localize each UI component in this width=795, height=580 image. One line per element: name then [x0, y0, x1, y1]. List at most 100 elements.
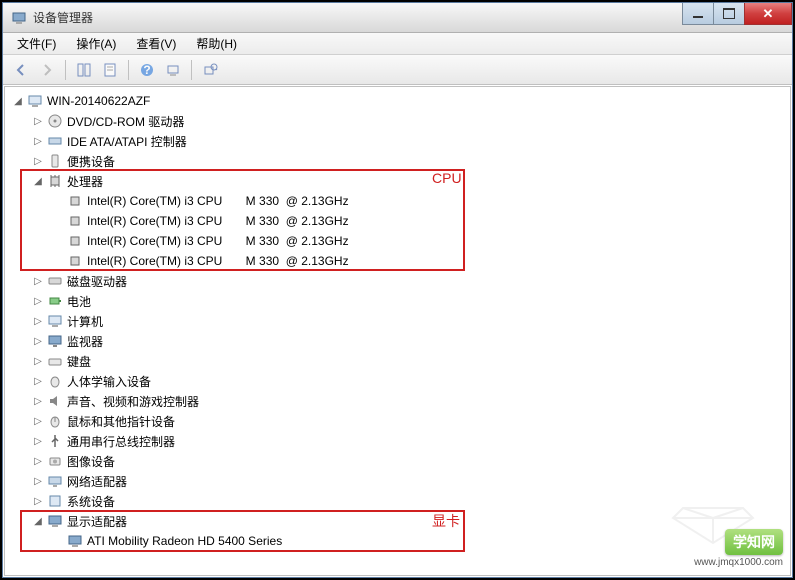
watermark-badge: 学知网 — [725, 529, 783, 555]
back-button[interactable] — [9, 58, 33, 82]
display-adapter-icon — [47, 513, 63, 529]
tree-node-cpu-item[interactable]: ▷ Intel(R) Core(TM) i3 CPU M 330 @ 2.13G… — [5, 211, 790, 231]
expander-icon[interactable]: ▷ — [31, 414, 45, 428]
expander-icon[interactable]: ▷ — [31, 454, 45, 468]
tree-node-hid[interactable]: ▷ 人体学输入设备 — [5, 371, 790, 391]
expander-icon[interactable]: ▷ — [31, 394, 45, 408]
tree-node-sound[interactable]: ▷ 声音、视频和游戏控制器 — [5, 391, 790, 411]
expander-icon[interactable]: ▷ — [31, 314, 45, 328]
tree-node-label: 便携设备 — [67, 153, 115, 170]
expander-icon[interactable]: ▷ — [31, 114, 45, 128]
tree-node-cpu-item[interactable]: ▷ Intel(R) Core(TM) i3 CPU M 330 @ 2.13G… — [5, 251, 790, 271]
tree-node-label: 鼠标和其他指针设备 — [67, 413, 175, 430]
tree-node-label: Intel(R) Core(TM) i3 CPU M 330 @ 2.13GHz — [87, 194, 349, 208]
properties-button[interactable] — [98, 58, 122, 82]
tree-node-label: 图像设备 — [67, 453, 115, 470]
dvd-drive-icon — [47, 113, 63, 129]
tree-node-label: DVD/CD-ROM 驱动器 — [67, 113, 184, 130]
mouse-icon — [47, 413, 63, 429]
tree-node-mouse[interactable]: ▷ 鼠标和其他指针设备 — [5, 411, 790, 431]
toolbar-separator — [191, 60, 192, 80]
scan-hardware-button[interactable] — [198, 58, 222, 82]
menu-file[interactable]: 文件(F) — [7, 33, 66, 54]
tree-node-label: 电池 — [67, 293, 91, 310]
tree-node-label: 显示适配器 — [67, 513, 127, 530]
tree-node-portable[interactable]: ▷ 便携设备 — [5, 151, 790, 171]
expander-icon[interactable]: ◢ — [31, 174, 45, 188]
tree-node-cpu-item[interactable]: ▷ Intel(R) Core(TM) i3 CPU M 330 @ 2.13G… — [5, 231, 790, 251]
gpu-highlight-label: 显卡 — [432, 511, 460, 531]
tree-node-label: 键盘 — [67, 353, 91, 370]
menu-view[interactable]: 查看(V) — [126, 33, 186, 54]
tree-node-cpu[interactable]: ◢ 处理器 — [5, 171, 790, 191]
system-device-icon — [47, 493, 63, 509]
device-tree: ◢ WIN-20140622AZF ▷ DVD/CD-ROM 驱动器 ▷ IDE… — [5, 87, 790, 555]
tree-node-label: 磁盘驱动器 — [67, 273, 127, 290]
processor-icon — [67, 193, 83, 209]
tree-root-label: WIN-20140622AZF — [47, 94, 150, 108]
tree-node-label: ATI Mobility Radeon HD 5400 Series — [87, 534, 282, 548]
maximize-button[interactable] — [713, 3, 745, 25]
tree-node-computer[interactable]: ▷ 计算机 — [5, 311, 790, 331]
keyboard-icon — [47, 353, 63, 369]
expander-icon[interactable]: ▷ — [31, 474, 45, 488]
menubar: 文件(F) 操作(A) 查看(V) 帮助(H) — [3, 33, 792, 55]
menu-action[interactable]: 操作(A) — [66, 33, 126, 54]
computer-icon — [27, 93, 43, 109]
display-adapter-icon — [67, 533, 83, 549]
toolbar-icon[interactable] — [161, 58, 185, 82]
show-hide-tree-button[interactable] — [72, 58, 96, 82]
tree-node-label: 系统设备 — [67, 493, 115, 510]
usb-icon — [47, 433, 63, 449]
toolbar: ? — [3, 55, 792, 85]
portable-device-icon — [47, 153, 63, 169]
expander-icon[interactable]: ▷ — [31, 434, 45, 448]
tree-node-label: 处理器 — [67, 173, 103, 190]
processor-icon — [67, 213, 83, 229]
forward-button[interactable] — [35, 58, 59, 82]
tree-node-monitor[interactable]: ▷ 监视器 — [5, 331, 790, 351]
network-icon — [47, 473, 63, 489]
tree-node-ide[interactable]: ▷ IDE ATA/ATAPI 控制器 — [5, 131, 790, 151]
processor-icon — [67, 253, 83, 269]
cpu-highlight-label: CPU — [432, 170, 462, 186]
tree-node-label: 网络适配器 — [67, 473, 127, 490]
hid-icon — [47, 373, 63, 389]
watermark-url: www.jmqx1000.com — [694, 557, 783, 568]
app-icon — [11, 10, 27, 26]
disk-drive-icon — [47, 273, 63, 289]
minimize-button[interactable] — [682, 3, 714, 25]
expander-icon[interactable]: ▷ — [31, 134, 45, 148]
expander-icon[interactable]: ▷ — [31, 354, 45, 368]
expander-icon[interactable]: ▷ — [31, 334, 45, 348]
tree-node-label: 通用串行总线控制器 — [67, 433, 175, 450]
processor-icon — [47, 173, 63, 189]
tree-node-label: 人体学输入设备 — [67, 373, 151, 390]
tree-node-cpu-item[interactable]: ▷ Intel(R) Core(TM) i3 CPU M 330 @ 2.13G… — [5, 191, 790, 211]
expander-icon[interactable]: ▷ — [31, 494, 45, 508]
expander-icon[interactable]: ◢ — [31, 514, 45, 528]
expander-icon[interactable]: ▷ — [31, 154, 45, 168]
tree-node-label: 声音、视频和游戏控制器 — [67, 393, 199, 410]
tree-node-label: Intel(R) Core(TM) i3 CPU M 330 @ 2.13GHz — [87, 234, 349, 248]
tree-node-usb[interactable]: ▷ 通用串行总线控制器 — [5, 431, 790, 451]
ide-controller-icon — [47, 133, 63, 149]
tree-node-dvd[interactable]: ▷ DVD/CD-ROM 驱动器 — [5, 111, 790, 131]
menu-help[interactable]: 帮助(H) — [186, 33, 247, 54]
tree-node-disk[interactable]: ▷ 磁盘驱动器 — [5, 271, 790, 291]
expander-icon[interactable]: ▷ — [31, 294, 45, 308]
tree-node-label: Intel(R) Core(TM) i3 CPU M 330 @ 2.13GHz — [87, 214, 349, 228]
toolbar-separator — [128, 60, 129, 80]
close-button[interactable] — [744, 3, 792, 25]
tree-node-keyboard[interactable]: ▷ 键盘 — [5, 351, 790, 371]
tree-root[interactable]: ◢ WIN-20140622AZF — [5, 91, 790, 111]
expander-icon[interactable]: ▷ — [31, 374, 45, 388]
expander-icon[interactable]: ◢ — [11, 94, 25, 108]
tree-node-battery[interactable]: ▷ 电池 — [5, 291, 790, 311]
help-button[interactable]: ? — [135, 58, 159, 82]
titlebar[interactable]: 设备管理器 — [3, 3, 792, 33]
toolbar-separator — [65, 60, 66, 80]
tree-node-imaging[interactable]: ▷ 图像设备 — [5, 451, 790, 471]
expander-icon[interactable]: ▷ — [31, 274, 45, 288]
window-title: 设备管理器 — [33, 9, 683, 26]
